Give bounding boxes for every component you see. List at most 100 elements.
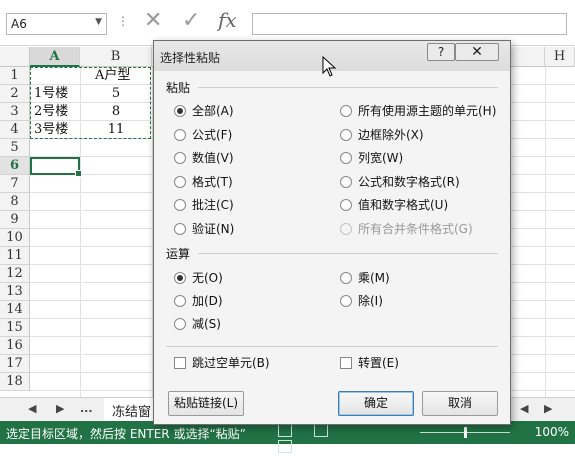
radio-icon[interactable] [340, 152, 352, 164]
paste-option-label: 列宽(W) [358, 151, 404, 165]
radio-icon[interactable] [174, 152, 186, 164]
select-all-corner[interactable] [0, 47, 30, 67]
more-sheets-button[interactable]: ... [80, 402, 93, 415]
paste-option-radio[interactable]: 列宽(W) [340, 150, 403, 166]
formula-input[interactable] [252, 13, 567, 35]
cancel-button[interactable]: 取消 [422, 391, 498, 416]
close-button[interactable]: ✕ [455, 43, 499, 61]
status-message: 选定目标区域，然后按 ENTER 或选择“粘贴” [6, 427, 246, 441]
operation-option-radio[interactable]: 除(I) [340, 293, 383, 309]
row-header[interactable]: 16 [0, 337, 30, 355]
operation-option-radio[interactable]: 无(O) [174, 270, 223, 286]
row-header[interactable]: 9 [0, 211, 30, 229]
transpose-checkbox[interactable]: 转置(E) [340, 355, 399, 371]
row-header[interactable]: 14 [0, 301, 30, 319]
row-header[interactable]: 8 [0, 193, 30, 211]
operation-option-radio[interactable]: 减(S) [174, 316, 221, 332]
scroll-left-icon[interactable]: ◀ [520, 402, 528, 415]
chevron-down-icon[interactable]: ▼ [95, 17, 102, 27]
column-header-h[interactable]: H [545, 47, 575, 67]
radio-icon[interactable] [340, 128, 352, 141]
row-header[interactable]: 1 [0, 67, 30, 85]
page-break-icon[interactable] [278, 440, 292, 453]
active-cell[interactable] [30, 157, 82, 177]
radio-icon[interactable] [174, 199, 186, 211]
transpose-label: 转置(E) [358, 356, 399, 370]
row-header[interactable]: 7 [0, 175, 30, 193]
radio-icon[interactable] [174, 295, 186, 307]
paste-group-label: 粘贴 [166, 81, 191, 95]
radio-icon[interactable] [174, 105, 186, 117]
row-header[interactable]: 13 [0, 283, 30, 301]
mouse-pointer-icon [322, 56, 337, 77]
row-header[interactable]: 2 [0, 85, 30, 103]
radio-icon[interactable] [174, 128, 186, 141]
formula-bar-actions: ✕ ✓ fx [138, 8, 248, 38]
paste-option-label: 值和数字格式(U) [358, 198, 449, 212]
operation-option-label: 乘(M) [358, 271, 390, 285]
paste-option-label: 所有合并条件格式(G) [358, 221, 473, 236]
radio-icon[interactable] [340, 272, 352, 284]
paste-option-label: 批注(C) [192, 198, 234, 212]
ellipsis-icon[interactable]: ⋮ [117, 14, 129, 28]
checkbox-icon[interactable] [174, 357, 186, 369]
paste-option-label: 格式(T) [192, 174, 233, 189]
paste-option-radio[interactable]: 数值(V) [174, 150, 234, 166]
row-header[interactable]: 17 [0, 355, 30, 373]
paste-option-radio[interactable]: 公式(F) [174, 127, 232, 143]
divider [198, 87, 498, 88]
operation-option-radio[interactable]: 加(D) [174, 293, 223, 309]
operation-option-label: 除(I) [358, 294, 383, 308]
row-header[interactable]: 5 [0, 139, 30, 157]
paste-option-radio[interactable]: 值和数字格式(U) [340, 197, 448, 213]
name-box[interactable]: A6 ▼ [6, 13, 107, 35]
column-header-b[interactable]: B [80, 47, 152, 67]
radio-icon[interactable] [174, 318, 186, 330]
row-header[interactable]: 18 [0, 373, 30, 391]
paste-option-radio[interactable]: 格式(T) [174, 174, 233, 190]
operation-group-label: 运算 [166, 247, 191, 261]
paste-link-button[interactable]: 粘贴链接(L) [168, 391, 244, 416]
paste-option-radio[interactable]: 所有使用源主题的单元(H) [340, 103, 496, 119]
skip-blanks-checkbox[interactable]: 跳过空单元(B) [174, 355, 270, 371]
row-header[interactable]: 4 [0, 121, 30, 139]
view-buttons [278, 424, 378, 453]
operation-option-label: 无(O) [192, 271, 223, 285]
paste-option-radio[interactable]: 边框除外(X) [340, 127, 424, 143]
zoom-level[interactable]: 100% [535, 425, 569, 439]
scroll-right-icon[interactable]: ▶ [56, 402, 64, 415]
operation-option-radio[interactable]: 乘(M) [340, 270, 390, 286]
row-header[interactable]: 11 [0, 247, 30, 265]
paste-option-radio: 所有合并条件格式(G) [340, 221, 473, 237]
row-header[interactable]: 15 [0, 319, 30, 337]
column-header-a[interactable]: A [30, 47, 80, 67]
paste-option-radio[interactable]: 验证(N) [174, 221, 234, 237]
paste-option-radio[interactable]: 全部(A) [174, 103, 234, 119]
ok-button[interactable]: 确定 [338, 391, 414, 416]
check-icon[interactable]: ✓ [182, 8, 200, 33]
radio-icon[interactable] [340, 295, 352, 307]
help-button[interactable]: ? [427, 43, 455, 61]
radio-icon[interactable] [174, 222, 186, 235]
paste-option-radio[interactable]: 批注(C) [174, 197, 234, 213]
radio-icon[interactable] [340, 175, 352, 188]
normal-view-icon[interactable] [278, 424, 292, 437]
fx-icon[interactable]: fx [218, 8, 237, 32]
row-header[interactable]: 12 [0, 265, 30, 283]
close-icon[interactable]: ✕ [144, 8, 162, 33]
row-header[interactable]: 6 [0, 157, 30, 175]
radio-icon[interactable] [174, 175, 186, 188]
radio-icon[interactable] [174, 272, 186, 284]
skip-blanks-label: 跳过空单元(B) [192, 356, 270, 370]
paste-option-radio[interactable]: 公式和数字格式(R) [340, 174, 460, 190]
zoom-slider[interactable] [420, 427, 510, 438]
row-header[interactable]: 3 [0, 103, 30, 121]
page-layout-icon[interactable] [313, 424, 328, 437]
scroll-left-icon[interactable]: ◀ [28, 402, 36, 415]
checkbox-icon[interactable] [340, 357, 352, 369]
scroll-right-icon[interactable]: ▶ [544, 402, 552, 415]
radio-icon[interactable] [340, 199, 352, 211]
radio-icon [340, 222, 352, 235]
row-header[interactable]: 10 [0, 229, 30, 247]
radio-icon[interactable] [340, 105, 352, 117]
